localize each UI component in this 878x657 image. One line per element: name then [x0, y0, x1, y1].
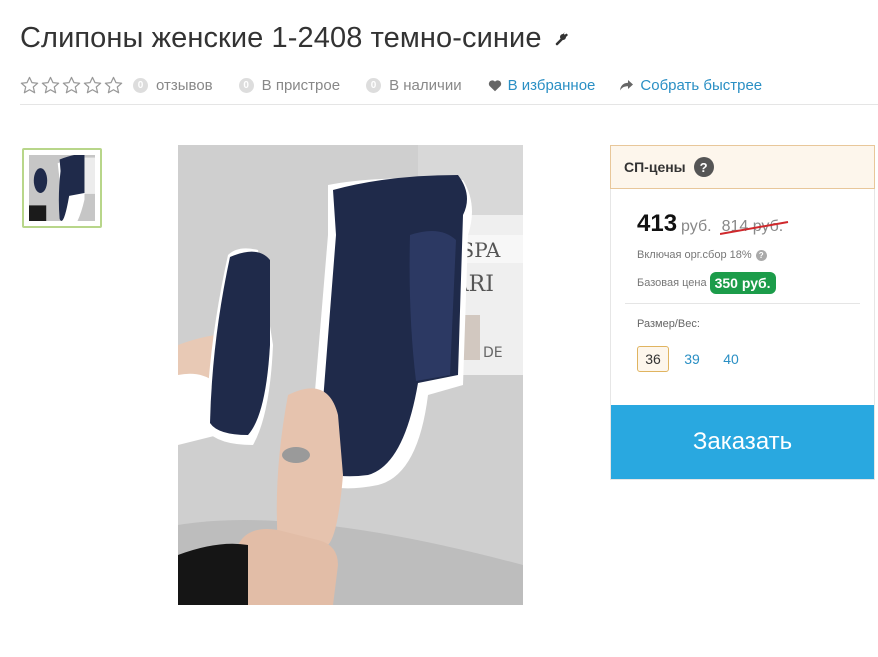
- sp-prices-label: СП-цены: [624, 159, 686, 175]
- base-price-badge: 350 руб.: [709, 272, 776, 294]
- share-arrow-icon: [620, 79, 634, 90]
- star-icon[interactable]: [83, 76, 102, 95]
- product-main-image[interactable]: WSPA PARI DE: [178, 145, 523, 605]
- fee-text: Включая орг.сбор 18%: [637, 249, 752, 261]
- rating-stars[interactable]: [20, 76, 123, 95]
- pristroy-count[interactable]: 0 В пристрое: [238, 76, 341, 94]
- heart-icon: [488, 79, 501, 91]
- svg-text:DE: DE: [483, 345, 503, 361]
- star-icon[interactable]: [41, 76, 60, 95]
- price-panel-header: СП-цены ?: [610, 145, 875, 189]
- add-to-favorites-link[interactable]: В избранное: [488, 76, 596, 94]
- add-to-favorites-label: В избранное: [507, 76, 596, 94]
- old-price: 814 руб.: [719, 218, 788, 236]
- product-thumbnail[interactable]: [22, 148, 102, 228]
- price-value: 413: [637, 210, 678, 237]
- thumbnail-image: [29, 155, 95, 221]
- base-price-label: Базовая цена: [637, 277, 707, 289]
- wrench-icon[interactable]: [554, 21, 570, 54]
- size-option-40[interactable]: 40: [715, 346, 747, 372]
- size-option-36[interactable]: 36: [637, 346, 669, 372]
- fee-help-icon[interactable]: ?: [755, 249, 767, 261]
- star-icon[interactable]: [104, 76, 123, 95]
- reviews-label: отзывов: [156, 76, 213, 94]
- page-title: Слипоны женские 1-2408 темно-синие: [20, 22, 570, 56]
- current-price: 413 руб. 814 руб.: [637, 210, 788, 238]
- collect-faster-label: Собрать быстрее: [640, 76, 763, 94]
- reviews-count-badge: 0: [133, 77, 148, 93]
- size-option-39[interactable]: 39: [676, 346, 708, 372]
- star-icon[interactable]: [20, 76, 39, 95]
- help-icon[interactable]: ?: [693, 157, 714, 177]
- price-currency: руб.: [681, 218, 712, 235]
- header-divider: [20, 104, 878, 105]
- star-icon[interactable]: [62, 76, 81, 95]
- in-stock-label: В наличии: [389, 76, 462, 94]
- in-stock-count[interactable]: 0 В наличии: [366, 77, 462, 94]
- price-panel-divider: [625, 303, 860, 304]
- product-meta-row: 0 отзывов 0 В пристрое 0 В наличии В изб…: [20, 74, 878, 96]
- pristroy-count-badge: 0: [238, 77, 254, 93]
- in-stock-count-badge: 0: [366, 77, 382, 93]
- pristroy-label: В пристрое: [261, 76, 341, 94]
- price-panel: СП-цены ? 413 руб. 814 руб. Включая орг.…: [610, 145, 875, 480]
- order-button[interactable]: Заказать: [611, 405, 874, 479]
- collect-faster-link[interactable]: Собрать быстрее: [619, 77, 762, 94]
- product-title: Слипоны женские 1-2408 темно-синие: [20, 22, 542, 54]
- base-price-row: Базовая цена 350 руб.: [637, 272, 776, 294]
- size-label: Размер/Вес:: [637, 318, 700, 330]
- product-photo: WSPA PARI DE: [178, 145, 523, 605]
- size-options: 36 39 40: [637, 346, 754, 372]
- organizer-fee-note: Включая орг.сбор 18% ?: [637, 249, 767, 261]
- reviews-count[interactable]: 0 отзывов: [133, 77, 213, 94]
- strikethrough-line: [719, 221, 788, 235]
